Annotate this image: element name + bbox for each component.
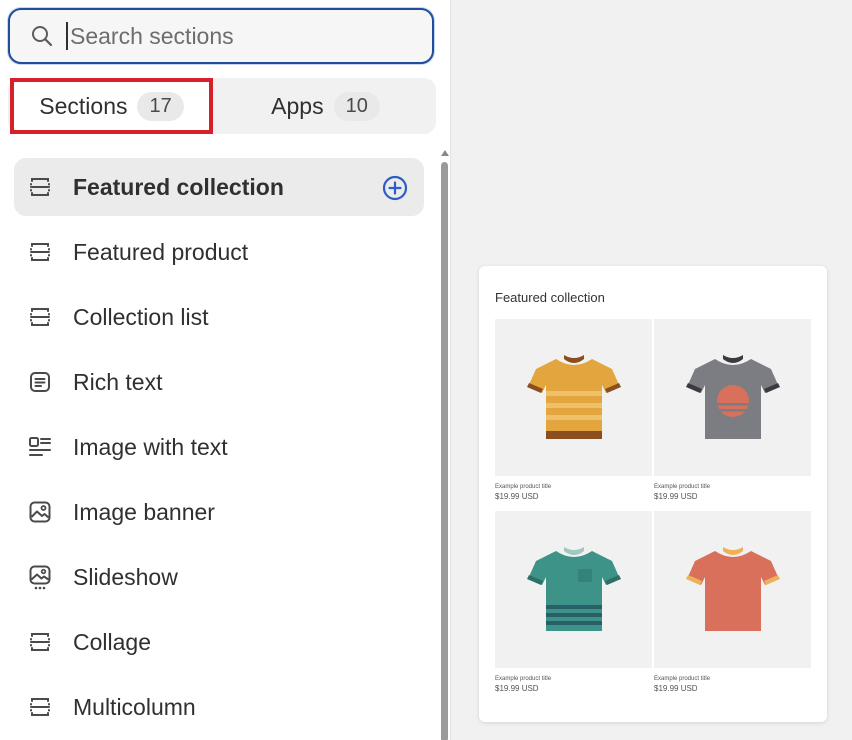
section-item-label: Slideshow <box>73 563 178 590</box>
product-price: $19.99 USD <box>654 492 698 501</box>
search-box[interactable] <box>8 8 434 64</box>
section-icon <box>30 178 50 196</box>
section-item-collage[interactable]: Collage <box>14 613 424 671</box>
theme-editor-add-section: Sections 17 Apps 10 <box>0 0 852 740</box>
tab-sections-label: Sections <box>39 92 128 119</box>
preview-product-card: Example product title $19.99 USD <box>495 319 652 502</box>
section-icon <box>30 243 50 261</box>
product-title: Example product title <box>495 484 552 490</box>
section-item-label: Image banner <box>73 498 215 525</box>
preview-card: Featured collection Example product titl… <box>479 266 827 722</box>
section-item-collection-list[interactable]: Collection list <box>14 288 424 346</box>
section-item-rich-text[interactable]: Rich text <box>14 353 424 411</box>
section-icon <box>30 633 50 651</box>
section-item-label: Multicolumn <box>73 693 196 720</box>
product-image <box>495 511 652 668</box>
section-item-label: Featured product <box>73 238 249 265</box>
product-title: Example product title <box>654 484 711 490</box>
section-icon <box>30 698 50 716</box>
search-input[interactable] <box>66 22 410 50</box>
preview-title: Featured collection <box>495 290 605 305</box>
tshirt-teal-icon <box>526 546 621 631</box>
section-item-label: Featured collection <box>73 173 284 200</box>
section-picker-panel: Sections 17 Apps 10 <box>0 0 451 740</box>
product-image <box>495 319 652 476</box>
section-item-label: Collection list <box>73 303 209 330</box>
image-with-text-icon <box>29 437 51 456</box>
scroll-up-arrow-icon[interactable] <box>441 150 449 156</box>
tshirt-yellow-striped-icon <box>526 354 621 439</box>
add-circle-icon[interactable] <box>382 175 408 201</box>
section-icon <box>30 308 50 326</box>
tab-sections[interactable]: Sections 17 <box>10 78 213 134</box>
tab-apps[interactable]: Apps 10 <box>218 78 433 134</box>
section-item-label: Rich text <box>73 368 163 395</box>
preview-product-card: Example product title $19.99 USD <box>654 511 811 694</box>
product-title: Example product title <box>495 676 552 682</box>
tshirt-gray-icon <box>685 354 780 439</box>
tab-apps-count: 10 <box>333 91 380 121</box>
search-icon <box>32 26 53 47</box>
section-item-multicolumn[interactable]: Multicolumn <box>14 678 424 736</box>
image-icon <box>29 501 51 523</box>
slideshow-icon <box>29 565 51 590</box>
section-tabs: Sections 17 Apps 10 <box>8 78 436 134</box>
preview-product-card: Example product title $19.99 USD <box>495 511 652 694</box>
product-title: Example product title <box>654 676 711 682</box>
section-item-slideshow[interactable]: Slideshow <box>14 548 424 606</box>
section-preview-panel: Featured collection Example product titl… <box>451 0 852 740</box>
tab-sections-count: 17 <box>137 91 184 121</box>
section-item-featured-collection[interactable]: Featured collection <box>14 158 424 216</box>
product-image <box>654 319 811 476</box>
section-item-image-banner[interactable]: Image banner <box>14 483 424 541</box>
section-item-featured-product[interactable]: Featured product <box>14 223 424 281</box>
text-block-icon <box>30 372 50 392</box>
preview-product-card: Example product title $19.99 USD <box>654 319 811 502</box>
product-image <box>654 511 811 668</box>
scrollbar-thumb[interactable] <box>441 162 448 740</box>
section-item-label: Image with text <box>73 433 228 460</box>
section-item-image-with-text[interactable]: Image with text <box>14 418 424 476</box>
tshirt-coral-icon <box>685 546 780 631</box>
tab-apps-label: Apps <box>271 92 324 119</box>
section-item-label: Collage <box>73 628 151 655</box>
product-price: $19.99 USD <box>654 684 698 693</box>
product-price: $19.99 USD <box>495 492 539 501</box>
scrollbar[interactable] <box>440 150 450 740</box>
product-price: $19.99 USD <box>495 684 539 693</box>
section-list: Featured collection Featured product Col… <box>14 158 424 740</box>
